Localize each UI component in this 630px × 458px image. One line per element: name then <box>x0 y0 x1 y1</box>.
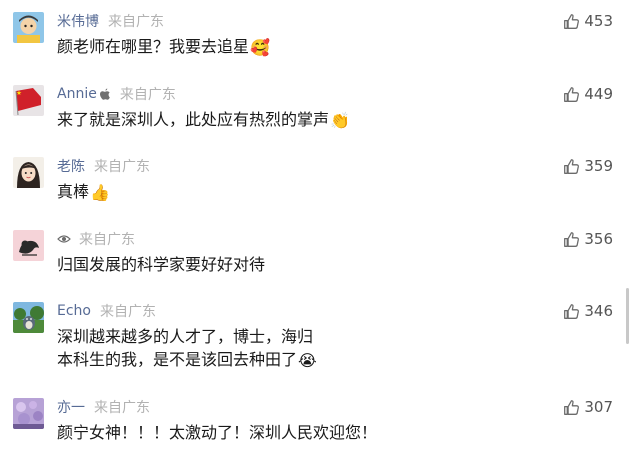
avatar[interactable] <box>13 230 44 261</box>
like-button[interactable]: 356 <box>563 229 613 249</box>
scrollbar[interactable] <box>626 288 629 344</box>
username[interactable]: 亦一 <box>57 397 85 417</box>
comment-item: 亦一 来自广东 颜宁女神！！！太激动了！深圳人民欢迎您！ 307 <box>0 398 630 458</box>
comment-meta: 亦一 来自广东 <box>57 398 150 416</box>
comment-text: 颜宁女神！！！太激动了！深圳人民欢迎您！ <box>57 421 507 444</box>
username[interactable]: 老陈 <box>57 156 85 176</box>
like-button[interactable]: 346 <box>563 301 613 321</box>
comment-line-text: 真棒 <box>57 182 90 201</box>
thumbs-up-icon <box>563 86 580 103</box>
comment-item: Echo 来自广东 深圳越来越多的人才了，博士，海归 本科生的我，是不是该回去种… <box>0 302 630 392</box>
location-label: 来自广东 <box>119 87 176 103</box>
comment-meta: Echo 来自广东 <box>57 302 156 320</box>
comment-meta: 老陈 来自广东 <box>57 157 150 175</box>
emoji-icon: 🥰 <box>250 38 270 57</box>
location-label: 来自广东 <box>94 159 150 175</box>
location-label: 来自广东 <box>99 304 156 320</box>
avatar[interactable] <box>13 302 44 333</box>
username[interactable]: Echo <box>57 303 91 319</box>
comment-meta: Annie 来自广东 <box>57 85 176 103</box>
comment-line: 深圳越来越多的人才了，博士，海归 <box>57 327 314 346</box>
thumbs-up-icon <box>563 158 580 175</box>
like-button[interactable]: 453 <box>563 11 613 31</box>
username[interactable]: 米伟博 <box>57 11 99 31</box>
comment-item: Annie 来自广东 来了就是深圳人，此处应有热烈的掌声👏 449 <box>0 85 630 158</box>
avatar[interactable] <box>13 12 44 43</box>
avatar[interactable] <box>13 398 44 429</box>
thumbs-up-icon <box>563 231 580 248</box>
emoji-icon: 👏 <box>330 111 350 130</box>
emoji-icon: 😭 <box>298 351 317 370</box>
location-label: 来自广东 <box>79 232 135 248</box>
comment-line-text: 归国发展的科学家要好好对待 <box>57 255 266 274</box>
comment-line-text: 颜老师在哪里？我要去追星 <box>57 37 250 56</box>
like-count: 359 <box>584 157 613 175</box>
thumbs-up-icon <box>563 399 580 416</box>
location-label: 来自广东 <box>108 14 164 30</box>
comment-text: 真棒👍 <box>57 180 507 203</box>
avatar[interactable] <box>13 157 44 188</box>
comment-meta: 来自广东 <box>57 230 135 248</box>
like-button[interactable]: 359 <box>563 156 613 176</box>
comment-text: 颜老师在哪里？我要去追星🥰 <box>57 35 507 58</box>
thumbs-up-icon <box>563 303 580 320</box>
comment-line: 颜老师在哪里？我要去追星🥰 <box>57 35 507 58</box>
like-button[interactable]: 307 <box>563 397 613 417</box>
comment-line-text: 来了就是深圳人，此处应有热烈的掌声 <box>57 110 330 129</box>
comment-line: 本科生的我，是不是该回去种田了😭 <box>57 348 507 371</box>
comment-line: 颜宁女神！！！太激动了！深圳人民欢迎您！ <box>57 423 378 442</box>
like-count: 453 <box>584 12 613 30</box>
comment-item: 米伟博 来自广东 颜老师在哪里？我要去追星🥰 453 <box>0 12 630 85</box>
username[interactable]: Annie <box>57 86 97 102</box>
like-count: 307 <box>584 398 613 416</box>
comment-line-text: 本科生的我，是不是该回去种田了 <box>57 350 298 369</box>
thumbs-up-icon <box>563 13 580 30</box>
avatar[interactable] <box>13 85 44 116</box>
comment-text: 来了就是深圳人，此处应有热烈的掌声👏 <box>57 108 507 131</box>
comment-line: 真棒👍 <box>57 180 507 203</box>
comment-text: 深圳越来越多的人才了，博士，海归 本科生的我，是不是该回去种田了😭 <box>57 325 507 371</box>
comment-item: 来自广东 归国发展的科学家要好好对待 356 <box>0 230 630 303</box>
comment-meta: 米伟博 来自广东 <box>57 12 164 30</box>
comment-text: 归国发展的科学家要好好对待 <box>57 253 507 276</box>
like-count: 449 <box>584 85 613 103</box>
comment-item: 老陈 来自广东 真棒👍 359 <box>0 157 630 230</box>
like-button[interactable]: 449 <box>563 84 613 104</box>
like-count: 356 <box>584 230 613 248</box>
comment-line: 归国发展的科学家要好好对待 <box>57 253 507 276</box>
like-count: 346 <box>584 302 613 320</box>
comment-line: 来了就是深圳人，此处应有热烈的掌声👏 <box>57 108 507 131</box>
emoji-icon: 👍 <box>90 183 110 202</box>
eye-icon <box>57 234 71 244</box>
location-label: 来自广东 <box>94 400 150 416</box>
apple-device-icon <box>99 88 111 101</box>
